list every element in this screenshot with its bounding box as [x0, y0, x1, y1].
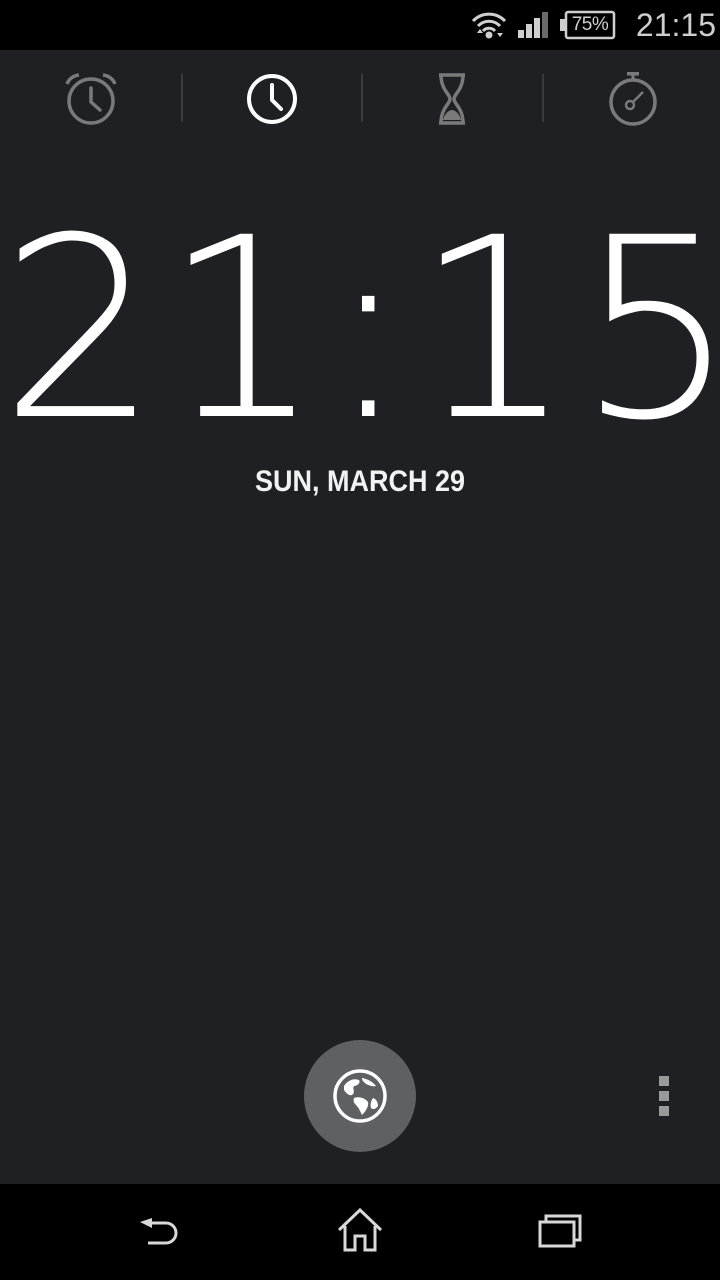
tab-bar — [0, 50, 720, 146]
clock-date: SUN, MARCH 29 — [254, 465, 466, 498]
overflow-menu-button[interactable] — [650, 1070, 678, 1122]
clock-time[interactable]: 21:15 — [0, 200, 720, 460]
world-clock-button[interactable] — [304, 1040, 416, 1152]
tab-alarm[interactable] — [0, 50, 180, 146]
home-icon — [337, 1207, 383, 1252]
hourglass-icon — [439, 73, 465, 125]
status-bar: 75% 21:15 — [0, 0, 720, 50]
overflow-menu-icon — [659, 1106, 669, 1116]
clock-icon — [247, 74, 297, 124]
status-time: 21:15 — [635, 7, 716, 43]
home-button[interactable] — [300, 1184, 420, 1280]
tab-stopwatch[interactable] — [542, 50, 720, 146]
nav-bar — [0, 1184, 720, 1280]
wifi-icon — [471, 12, 507, 39]
back-button[interactable] — [100, 1184, 220, 1280]
alarm-clock-icon — [65, 73, 117, 125]
stopwatch-icon — [609, 72, 657, 126]
overflow-menu-icon — [659, 1091, 669, 1101]
overflow-menu-icon — [659, 1076, 669, 1086]
tab-timer[interactable] — [361, 50, 541, 146]
recents-icon — [538, 1214, 582, 1248]
back-icon — [140, 1218, 178, 1245]
signal-icon — [518, 12, 548, 38]
globe-icon — [333, 1069, 387, 1123]
tab-clock[interactable] — [181, 50, 361, 146]
recents-button[interactable] — [500, 1184, 620, 1280]
battery-percent: 75% — [571, 14, 609, 35]
